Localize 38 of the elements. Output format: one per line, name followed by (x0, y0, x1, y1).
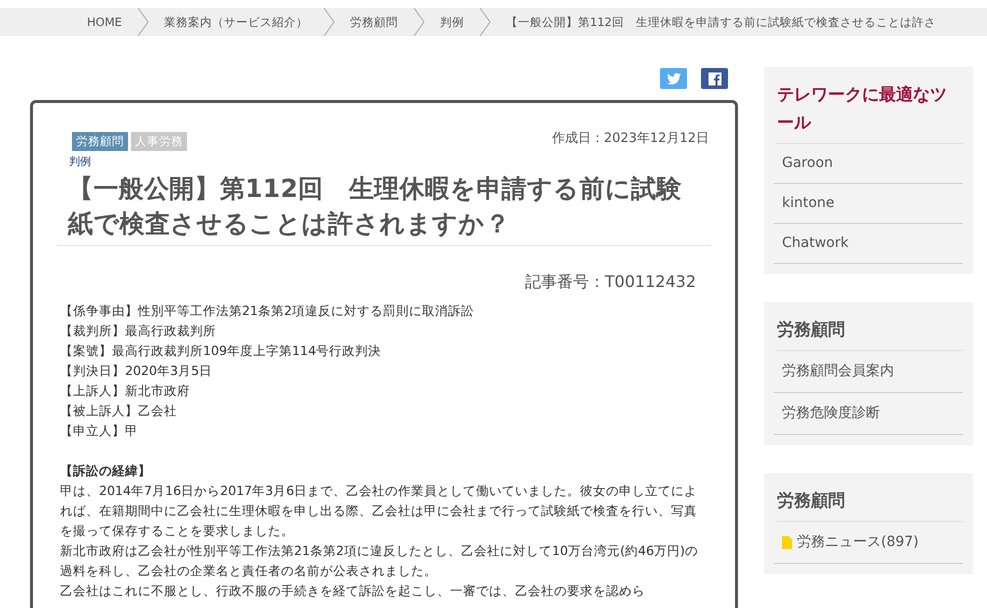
sidebar-link[interactable]: kintone (774, 184, 963, 224)
case-info-line: 【裁判所】最高行政裁判所 (60, 322, 217, 340)
sidebar-link[interactable]: 労務顧問会員案内 (774, 351, 963, 393)
breadcrumb-link[interactable]: 【一般公開】第112回 生理休暇を申請する前に試験紙で検査させることは許さ (490, 14, 951, 30)
body-paragraph: 新北市政府は乙会社が性別平等工作法第21条第2項に違反したとし、乙会社に対して10万台湾元(約46万円)の過料を科し、乙会社の企業名と責任者の名前が公表されました。 (60, 542, 699, 580)
case-info-line: 【係争事由】性別平等工作法第21条第2項違反に対する罰則に取消訴訟 (60, 302, 476, 320)
widget-title: テレワークに最適なツール (777, 81, 963, 144)
chevron-icon (412, 8, 425, 36)
breadcrumb-link[interactable]: HOME (72, 15, 137, 29)
breadcrumb-link[interactable]: 判例 (424, 14, 479, 30)
widget-title: 労務顧問 (777, 487, 963, 522)
case-info-line: 【被上訴人】乙会社 (60, 402, 178, 420)
sidebar-link[interactable]: Garoon (774, 144, 963, 184)
chevron-icon (136, 8, 149, 36)
breadcrumb-link[interactable]: 労務顧問 (334, 14, 413, 30)
case-info-line: 【申立人】甲 (60, 422, 139, 440)
body-paragraph: 甲は、2014年7月16日から2017年3月6日まで、乙会社の作業員として働いていました。彼女の申し立てによれば、在籍期間中に乙会社に生理休暇を申し出る際、乙会社は甲に会社まで行って試験紙で検査を行い、写真を撮って保存することを要求しました。 (60, 482, 698, 540)
facebook-share-button[interactable] (701, 68, 728, 89)
breadcrumb-link[interactable]: 業務案内（サービス紹介） (148, 14, 323, 30)
case-info-line: 【判決日】2020年3月5日 (60, 362, 214, 380)
document-icon (782, 536, 792, 548)
category-link[interactable]: 判例 (69, 154, 709, 169)
body-paragraph: 乙会社はこれに不服とし、行政不服の手続きを経て訴訟を起こし、一審では、乙会社の要求を認めら (60, 582, 646, 600)
chevron-icon (322, 8, 335, 36)
article-number: 記事番号：T00112432 (524, 272, 696, 293)
case-info-line: 【案號】最高行政裁判所109年度上字第114号行政判決 (60, 342, 382, 360)
section-heading: 【訴訟の経緯】 (60, 462, 152, 480)
bird-icon (666, 72, 680, 84)
tag-link[interactable]: 労務顧問 (72, 132, 128, 151)
case-info-line: 【上訴人】新北市政府 (60, 382, 191, 400)
article-title: 【一般公開】第112回 生理休暇を申請する前に試験紙で検査させることは許されますか？ (68, 173, 683, 240)
widget-title: 労務顧問 (777, 316, 963, 351)
sidebar-link[interactable]: 労務危険度診断 (774, 393, 963, 435)
created-date: 作成日：2023年12月12日 (552, 130, 709, 147)
sidebar-link[interactable]: Chatwork (774, 224, 963, 264)
sidebar-link[interactable]: 労務ニュース(897) (797, 533, 919, 551)
f-logo-icon (708, 72, 722, 86)
chevron-icon (478, 8, 491, 36)
